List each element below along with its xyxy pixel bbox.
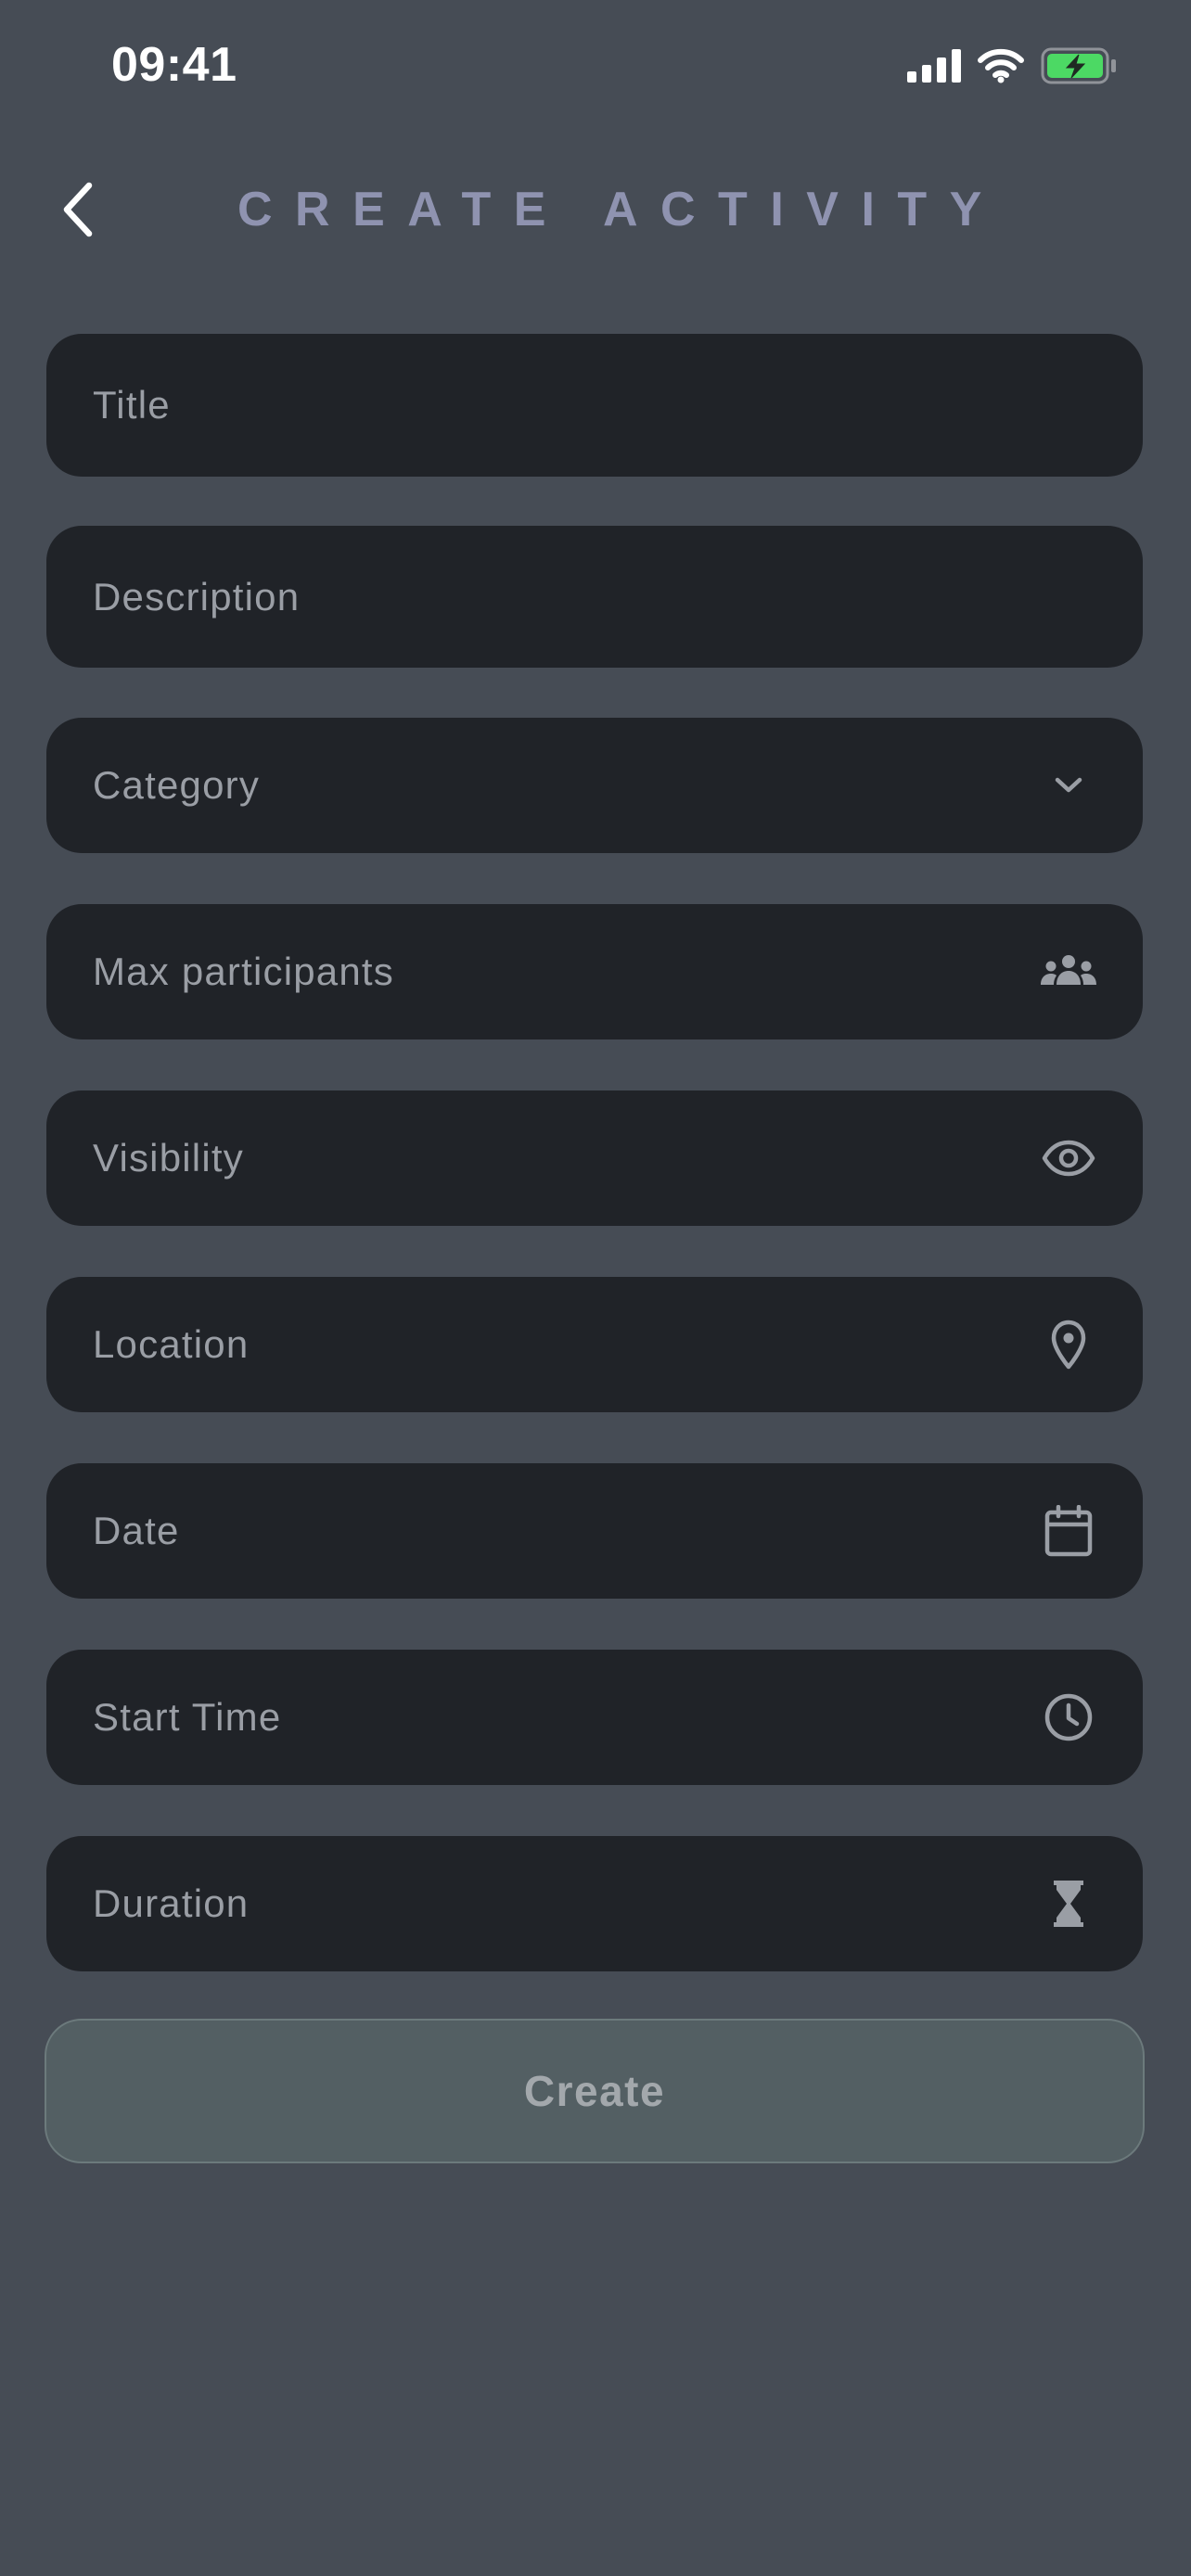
category-select[interactable]: Category xyxy=(46,718,1143,853)
people-icon xyxy=(1039,942,1098,1001)
header: CREATE ACTIVITY xyxy=(0,158,1191,260)
status-time: 09:41 xyxy=(111,38,237,92)
duration-field[interactable]: Duration xyxy=(46,1836,1143,1971)
start-time-field-placeholder: Start Time xyxy=(93,1695,282,1739)
cellular-signal-icon xyxy=(907,48,961,87)
location-field-placeholder: Location xyxy=(93,1322,250,1366)
eye-icon xyxy=(1039,1129,1098,1188)
start-time-field[interactable]: Start Time xyxy=(46,1650,1143,1785)
visibility-field-placeholder: Visibility xyxy=(93,1136,244,1180)
title-field-placeholder: Title xyxy=(93,383,171,427)
create-button[interactable]: Create xyxy=(45,2019,1145,2163)
location-field[interactable]: Location xyxy=(46,1277,1143,1412)
date-field-placeholder: Date xyxy=(93,1509,180,1552)
status-bar: 09:41 xyxy=(0,0,1191,139)
status-icons xyxy=(907,46,1117,89)
battery-charging-icon xyxy=(1041,46,1117,90)
max-participants-field[interactable]: Max participants xyxy=(46,904,1143,1039)
description-field-placeholder: Description xyxy=(93,574,301,618)
map-pin-icon xyxy=(1039,1315,1098,1374)
chevron-left-icon xyxy=(59,182,96,242)
title-field[interactable]: Title xyxy=(46,334,1143,477)
page-title: CREATE ACTIVITY xyxy=(237,183,1005,236)
hourglass-icon xyxy=(1039,1874,1098,1933)
back-button[interactable] xyxy=(43,176,113,247)
calendar-icon xyxy=(1039,1501,1098,1561)
description-field[interactable]: Description xyxy=(46,526,1143,668)
date-field[interactable]: Date xyxy=(46,1463,1143,1599)
max-participants-field-placeholder: Max participants xyxy=(93,950,394,993)
chevron-down-icon xyxy=(1039,756,1098,815)
create-button-label: Create xyxy=(523,2067,666,2115)
clock-icon xyxy=(1039,1688,1098,1747)
visibility-field[interactable]: Visibility xyxy=(46,1090,1143,1226)
wifi-icon xyxy=(978,48,1024,88)
duration-field-placeholder: Duration xyxy=(93,1881,250,1925)
category-select-placeholder: Category xyxy=(93,763,261,807)
